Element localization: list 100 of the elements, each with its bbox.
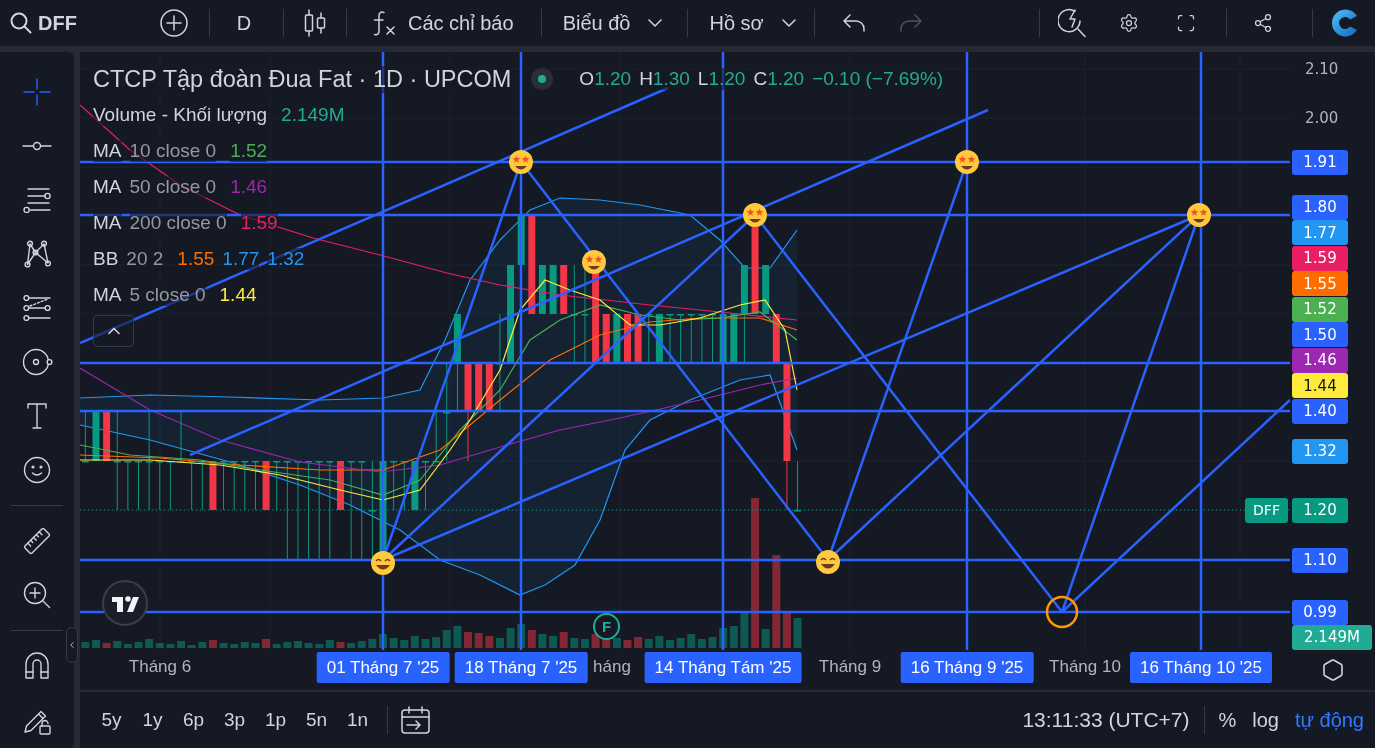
volume-bar <box>793 618 802 648</box>
candles-icon <box>304 9 326 37</box>
volume-bar <box>676 638 685 648</box>
range-button[interactable]: 5y <box>91 703 132 737</box>
volume-bar <box>580 639 589 648</box>
redo-icon <box>898 14 923 32</box>
price-tick: 2.10 <box>1305 58 1339 80</box>
candle <box>602 313 610 364</box>
volume-bar <box>719 628 728 648</box>
candle <box>538 264 546 315</box>
candle <box>677 313 685 364</box>
volume-bar <box>495 638 504 648</box>
indicator-value: 1.59 <box>240 212 278 234</box>
volume-bar <box>644 639 653 648</box>
range-button[interactable]: 1n <box>337 703 378 737</box>
candle <box>655 313 663 364</box>
volume-bar <box>368 639 377 648</box>
lightning-magnifier-icon <box>1058 8 1086 38</box>
volume-bar <box>102 643 111 648</box>
price-label: 1.52 <box>1292 296 1348 322</box>
date-label: 16 Tháng 10 '25 <box>1130 652 1272 683</box>
candle <box>103 411 111 462</box>
indicator-params: 200 close 0 <box>129 212 227 234</box>
circle-tool-icon <box>21 348 53 376</box>
indicator-params: 10 close 0 <box>129 140 217 162</box>
candle <box>337 460 344 511</box>
volume-bar <box>549 636 558 648</box>
volume-bar <box>81 642 90 648</box>
candle <box>762 264 770 315</box>
plus-circle-icon <box>160 9 188 37</box>
menu-dropdown[interactable]: Hồ sơ <box>697 4 808 42</box>
volume-bar <box>708 637 717 648</box>
volume-bar <box>485 636 494 648</box>
horizontal-line-icon <box>22 141 52 151</box>
indicator-name: Volume - Khối lượng <box>93 104 268 126</box>
scale-mode-button[interactable]: tự động <box>1287 703 1372 737</box>
price-label: 0.99 <box>1292 599 1348 625</box>
last-price-label: 1.20 <box>1292 497 1348 523</box>
volume-bar <box>527 630 536 648</box>
range-button[interactable]: 6p <box>173 703 214 737</box>
zoom-in-icon <box>23 581 51 609</box>
star-eyes-emoji-icon <box>1187 203 1211 227</box>
volume-bar <box>336 642 345 648</box>
interval-button[interactable]: D <box>210 4 278 42</box>
range-button[interactable]: 3p <box>214 703 255 737</box>
volume-bar <box>474 633 483 648</box>
ruler-icon <box>22 526 52 556</box>
volume-bar <box>389 638 398 648</box>
volume-label: 2.149M <box>1292 624 1372 650</box>
time-tick: Tháng 10 <box>1049 656 1121 678</box>
volume-bar <box>464 632 473 648</box>
candle <box>709 313 717 364</box>
star-eyes-emoji-icon <box>955 150 979 174</box>
candle <box>390 460 398 511</box>
symbol-search[interactable]: DFF <box>0 4 148 42</box>
candle <box>166 460 174 511</box>
clock-text: 13:11:33 (UTC+7) <box>1022 708 1190 732</box>
undo-icon <box>841 14 866 32</box>
price-label: 1.32 <box>1292 438 1348 464</box>
scale-mode-button[interactable]: log <box>1244 703 1287 737</box>
star-eyes-emoji-icon <box>582 250 606 274</box>
range-button[interactable]: 5n <box>296 703 337 737</box>
volume-bar <box>166 644 175 648</box>
search-icon <box>10 12 32 34</box>
menu-dropdown[interactable]: Biểu đồ <box>550 4 675 42</box>
indicators-button[interactable]: Các chỉ báo <box>360 4 526 42</box>
volume-bar <box>251 643 260 648</box>
range-button[interactable]: 1y <box>132 703 173 737</box>
candle <box>188 460 196 511</box>
chevron-down-icon <box>781 19 796 27</box>
scale-mode-button[interactable]: % <box>1210 703 1245 737</box>
ring-marker-icon[interactable] <box>1045 595 1079 629</box>
candle <box>92 411 100 462</box>
function-icon <box>372 10 396 36</box>
candle <box>485 362 493 413</box>
volume-bar <box>92 640 100 648</box>
time-tick: Tháng 6 <box>128 656 192 678</box>
volume-bar <box>304 643 313 648</box>
chevron-down-icon <box>648 19 663 27</box>
candle <box>251 460 259 511</box>
magnet-icon <box>24 652 50 680</box>
volume-bar <box>506 628 515 648</box>
candle <box>613 313 621 364</box>
candle <box>422 460 429 511</box>
volume-bar <box>634 637 643 648</box>
price-label: 1.91 <box>1292 149 1348 175</box>
range-button[interactable]: 1p <box>255 703 296 737</box>
event-marker[interactable]: F <box>593 613 620 640</box>
grinning-emoji-icon <box>816 550 840 574</box>
grinning-emoji-icon <box>371 551 395 575</box>
volume-bar <box>655 636 664 648</box>
volume-bar <box>379 634 387 648</box>
volume-bar <box>729 626 738 648</box>
symbol-tag: DFF <box>1245 497 1288 523</box>
price-tick: 2.00 <box>1305 107 1339 129</box>
candle <box>230 460 238 511</box>
candle <box>135 460 142 511</box>
price-label: 1.77 <box>1292 220 1348 245</box>
ohlc-value: O1.20 <box>579 68 632 90</box>
volume-bar <box>538 634 547 648</box>
